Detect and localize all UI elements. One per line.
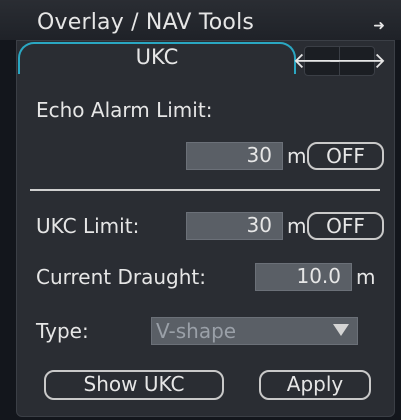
current-draught-label: Current Draught: — [36, 265, 206, 289]
ukc-limit-unit: m — [287, 214, 307, 238]
echo-alarm-label: Echo Alarm Limit: — [36, 98, 213, 122]
current-draught-value-field[interactable]: 10.0 — [255, 263, 352, 291]
ukc-limit-value-field[interactable]: 30 — [186, 212, 283, 240]
echo-alarm-value-field[interactable]: 30 — [186, 142, 283, 170]
apply-button[interactable]: Apply — [259, 370, 371, 400]
title-bar[interactable]: Overlay / NAV Tools ➜ — [0, 0, 401, 40]
tab-ukc-label: UKC — [135, 45, 179, 69]
ukc-limit-toggle-button[interactable]: OFF — [307, 212, 384, 240]
current-draught-unit: m — [356, 265, 376, 289]
echo-alarm-toggle-button[interactable]: OFF — [307, 142, 384, 170]
show-ukc-button[interactable]: Show UKC — [44, 370, 224, 400]
arrow-right-icon: 🡒 — [327, 49, 387, 74]
section-divider — [30, 189, 380, 191]
window-title: Overlay / NAV Tools — [37, 10, 255, 35]
type-select-value: V-shape — [156, 319, 237, 343]
dialog-window: Overlay / NAV Tools ➜ UKC 🡐 🡒 Echo Alarm… — [0, 0, 401, 420]
tab-next-button[interactable]: 🡒 — [328, 46, 387, 76]
echo-alarm-unit: m — [287, 144, 307, 168]
type-label: Type: — [36, 319, 89, 343]
ukc-limit-label: UKC Limit: — [36, 214, 140, 238]
title-arrow-icon[interactable]: ➜ — [373, 18, 385, 34]
chevron-down-icon — [333, 324, 349, 336]
tab-ukc[interactable]: UKC — [18, 42, 296, 74]
type-select[interactable]: V-shape — [151, 317, 358, 345]
